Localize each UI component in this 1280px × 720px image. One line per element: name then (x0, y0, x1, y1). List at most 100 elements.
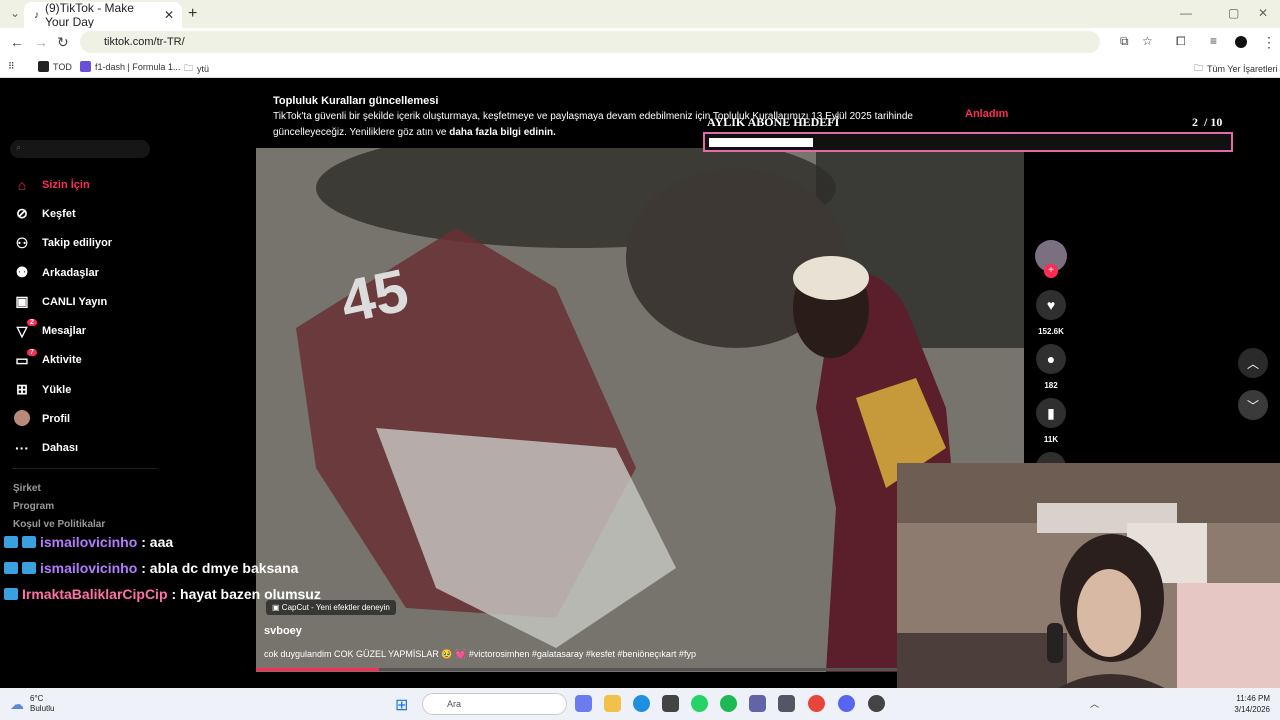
video-caption: cok duygulandim COK GÜZEL YAPMİSLAR 🥹 💓 … (264, 649, 696, 659)
weather-widget[interactable]: ☁ 6°C Bulutlu (10, 694, 54, 714)
save-count: 11K (1043, 435, 1059, 444)
folder-icon: 🗀 (184, 63, 194, 73)
video-actions: + ♥ 152.6K ● 182 ▮ 11K ➦ (1034, 240, 1068, 482)
sidebar-item-label: Aktivite (42, 354, 82, 367)
file-explorer-icon[interactable] (604, 695, 621, 712)
bookmark-tod[interactable]: TOD (38, 61, 72, 72)
spotify-icon[interactable] (720, 695, 737, 712)
close-tab-icon[interactable]: ✕ (164, 8, 174, 22)
windows-start-icon[interactable]: ⊞ (395, 695, 412, 714)
upload-icon: ⊞ (16, 381, 28, 398)
tod-favicon-icon (38, 61, 49, 72)
banner-title: Topluluk Kuralları güncellemesi (273, 95, 439, 107)
store-icon[interactable] (662, 695, 679, 712)
apps-grid-icon[interactable]: ⠿ (8, 61, 15, 72)
like-button[interactable]: ♥ (1036, 290, 1066, 320)
bookmark-label: ytü (197, 64, 210, 74)
new-tab-icon[interactable]: + (188, 5, 197, 23)
discord-icon[interactable] (838, 695, 855, 712)
comment-button[interactable]: ● (1036, 344, 1066, 374)
banner-link[interactable]: daha fazla bilgi edinin. (449, 127, 556, 138)
chat-text: : hayat bazen olumsuz (171, 586, 321, 602)
subscriber-goal-fill (709, 138, 813, 147)
taskbar-search-placeholder: Ara (447, 699, 462, 709)
taskbar-search[interactable]: Ara (422, 693, 567, 715)
sidebar-item-messages[interactable]: ▽ 2 Mesajlar (12, 316, 162, 345)
forward-icon[interactable]: → (34, 34, 48, 50)
extensions-icon[interactable]: ⧠ (1176, 34, 1186, 49)
subscriber-goal-title: AYLIK ABONE HEDEFİ (707, 115, 840, 129)
media-icon[interactable]: ≡ (1210, 34, 1217, 48)
sidebar-item-friends[interactable]: ⚉ Arkadaşlar (12, 258, 162, 287)
edge-icon[interactable] (633, 695, 650, 712)
next-video-button[interactable]: ﹀ (1238, 390, 1268, 420)
footer-link-company[interactable]: Şirket (13, 480, 105, 498)
obs-icon[interactable] (868, 695, 885, 712)
sidebar-item-activity[interactable]: ▭ 7 Aktivite (12, 346, 162, 375)
sidebar-item-more[interactable]: ··· Dahası (12, 434, 162, 463)
reload-icon[interactable]: ↻ (57, 34, 69, 51)
sidebar-item-explore[interactable]: ⊘ Keşfet (12, 199, 162, 228)
sidebar-item-upload[interactable]: ⊞ Yükle (12, 375, 162, 404)
copilot-icon[interactable] (575, 695, 592, 712)
sidebar-item-label: Mesajlar (42, 325, 87, 338)
teams-icon[interactable] (749, 695, 766, 712)
profile-avatar[interactable] (1235, 36, 1247, 48)
search-icon: ⌕ (16, 142, 22, 152)
sidebar-item-for-you[interactable]: ⌂ Sizin İçin (12, 170, 162, 199)
url-field[interactable]: tiktok.com/tr-TR/ (80, 31, 1100, 53)
whatsapp-icon[interactable] (691, 695, 708, 712)
all-bookmarks[interactable]: 🗀 Tüm Yer İşaretleri (1194, 61, 1278, 77)
sidebar-item-following[interactable]: ⚇ Takip ediliyor (12, 229, 162, 258)
heart-icon: ♥ (1046, 297, 1056, 313)
bookmark-ytu[interactable]: 🗀 ytü (184, 61, 209, 77)
chrome-icon[interactable] (808, 695, 825, 712)
creator-avatar[interactable]: + (1035, 240, 1067, 278)
tab-search-icon[interactable]: ⌄ (10, 6, 20, 20)
bookmark-icon: ▮ (1047, 404, 1055, 421)
bookmark-f1-dash[interactable]: f1-dash | Formula 1... (80, 61, 180, 72)
back-icon[interactable]: ← (10, 34, 24, 50)
sidebar-item-label: CANLI Yayın (42, 295, 108, 308)
webcam-image (897, 463, 1280, 695)
chat-username: ismailovicinho (40, 560, 138, 576)
sidebar-item-label: Takip ediliyor (42, 237, 113, 250)
chat-text: : aaa (141, 534, 174, 550)
save-button[interactable]: ▮ (1036, 398, 1066, 428)
taskbar-clock[interactable]: 11:46 PM 3/14/2026 (1226, 693, 1270, 715)
compass-icon: ⊘ (16, 205, 28, 222)
sidebar-item-label: Sizin İçin (42, 178, 90, 191)
subscriber-goal-count: 2 / 10 (1192, 115, 1222, 130)
sidebar-item-live[interactable]: ▣ CANLI Yayın (12, 287, 162, 316)
sidebar-footer: Şirket Program Koşul ve Politikalar (13, 480, 105, 534)
follow-plus-icon[interactable]: + (1044, 264, 1058, 278)
video-author[interactable]: svboey (264, 625, 302, 637)
tiktok-favicon-icon: ♪ (34, 9, 39, 21)
browser-tab[interactable]: ♪ (9)TikTok - Make Your Day ✕ (24, 1, 182, 29)
search-input[interactable]: ⌕ (10, 140, 150, 158)
goal-total: / 10 (1204, 115, 1223, 129)
cast-icon[interactable]: ⧉ (1120, 34, 1129, 49)
menu-kebab-icon[interactable]: ⋮ (1262, 34, 1276, 51)
more-icon: ··· (15, 440, 29, 457)
chat-message: ismailovicinho : aaa (4, 529, 321, 555)
sidebar-item-profile[interactable]: Profil (12, 404, 162, 433)
messages-badge: 2 (27, 319, 37, 327)
footer-link-program[interactable]: Program (13, 498, 105, 516)
sidebar-item-label: Arkadaşlar (42, 266, 99, 279)
maximize-icon[interactable]: ▢ (1228, 6, 1239, 20)
window-close-icon[interactable]: ✕ (1258, 6, 1268, 20)
star-icon[interactable]: ☆ (1142, 34, 1153, 48)
minimize-icon[interactable]: — (1180, 6, 1192, 20)
windows-taskbar: ☁ 6°C Bulutlu ⊞ Ara ︿ 11:46 PM 3/14/2026 (0, 688, 1280, 720)
folder-icon: 🗀 (1194, 63, 1204, 73)
previous-video-button[interactable]: ︿ (1238, 348, 1268, 378)
url-text: tiktok.com/tr-TR/ (104, 36, 185, 48)
tray-chevron-icon[interactable]: ︿ (1090, 697, 1099, 710)
sidebar-item-label: Keşfet (42, 207, 76, 220)
badge-icon (4, 562, 18, 574)
sidebar-divider (12, 468, 157, 469)
app-icon[interactable] (778, 695, 795, 712)
banner-got-it-button[interactable]: Anladım (965, 108, 1008, 120)
profile-avatar-icon (12, 409, 32, 429)
